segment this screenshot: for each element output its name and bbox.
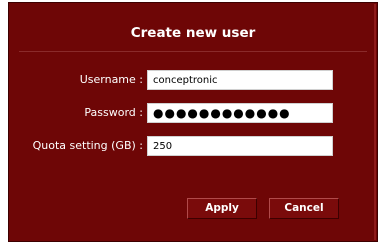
username-label: Username : (79, 73, 143, 86)
dialog-title: Create new user (130, 25, 256, 41)
apply-button[interactable]: Apply (187, 198, 257, 219)
quota-input[interactable] (147, 136, 333, 156)
create-user-dialog: Create new user Username : Password : Qu… (8, 2, 378, 242)
password-input[interactable] (147, 103, 333, 123)
username-input[interactable] (147, 70, 333, 90)
quota-label: Quota setting (GB) : (32, 139, 143, 152)
title-divider (19, 51, 367, 52)
password-label: Password : (84, 106, 143, 119)
cancel-button[interactable]: Cancel (269, 198, 339, 219)
